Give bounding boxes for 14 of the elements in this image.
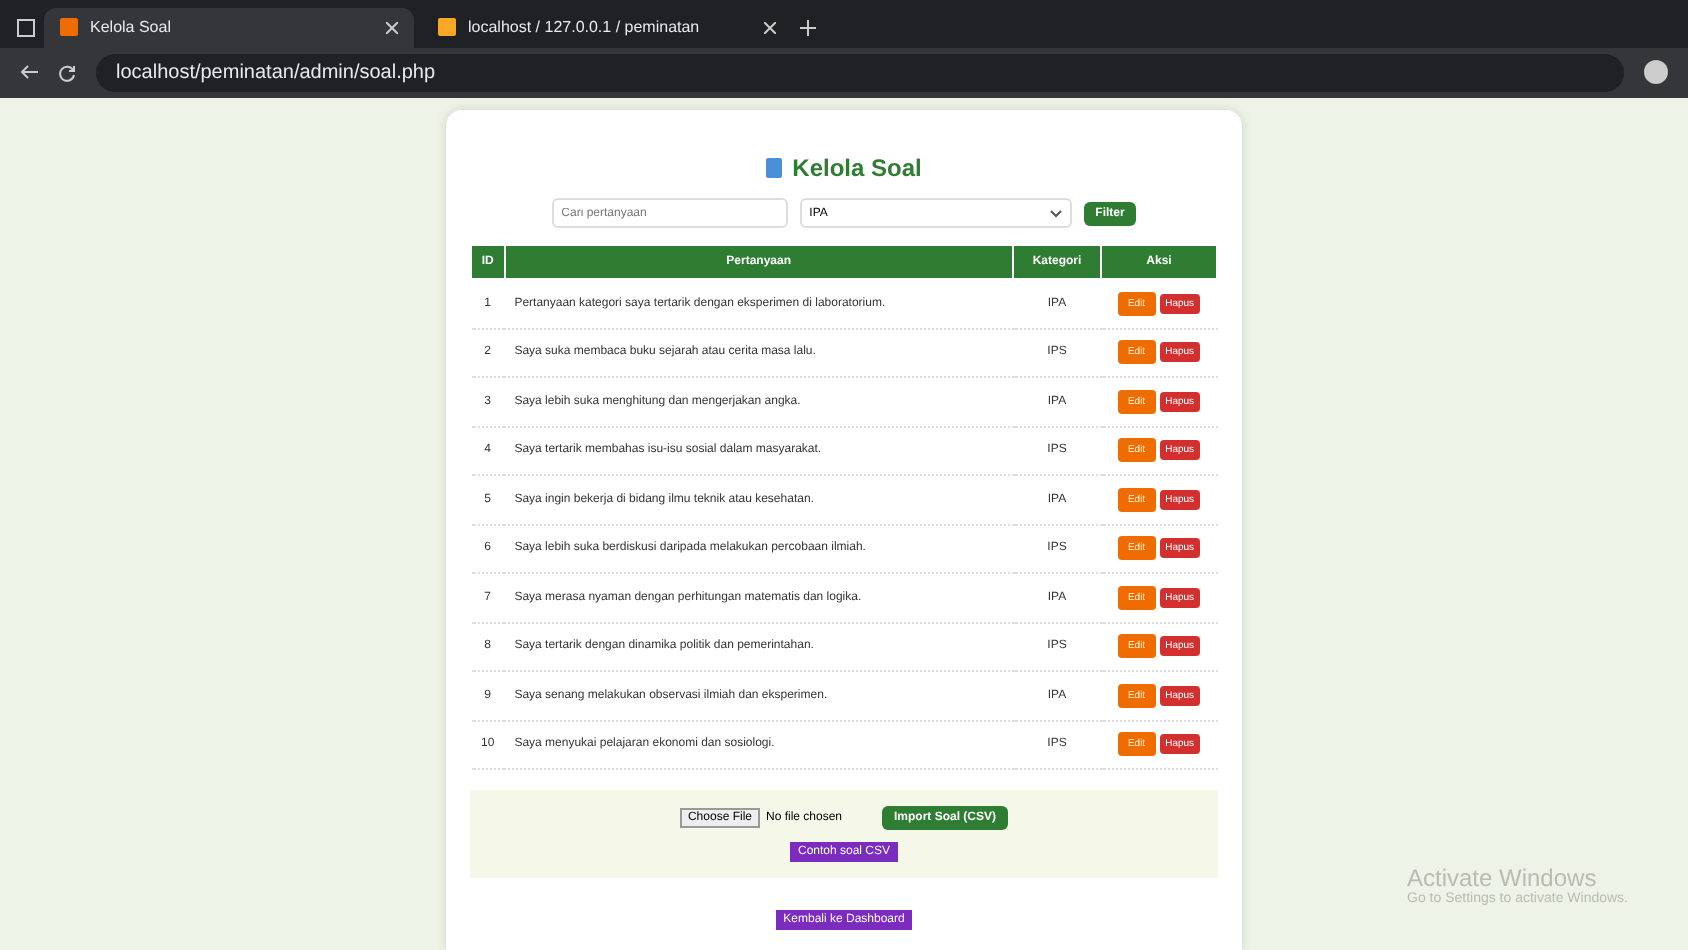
tab-list-icon[interactable] bbox=[16, 17, 36, 38]
book-icon bbox=[766, 158, 783, 178]
page-title: Kelola Soal bbox=[766, 154, 922, 182]
browser-tab[interactable]: Kelola Soal bbox=[44, 7, 414, 48]
address-bar[interactable]: localhost/peminatan/admin/soal.php bbox=[96, 53, 1624, 92]
page-icon bbox=[438, 18, 456, 37]
page-icon bbox=[60, 18, 78, 37]
close-icon[interactable] bbox=[764, 21, 776, 34]
back-icon[interactable] bbox=[20, 64, 38, 81]
close-icon[interactable] bbox=[386, 21, 398, 34]
profile-icon[interactable] bbox=[1644, 60, 1668, 85]
reload-icon[interactable] bbox=[58, 63, 76, 82]
dropdown-icon bbox=[1049, 209, 1062, 217]
new-tab-icon[interactable] bbox=[800, 19, 816, 36]
